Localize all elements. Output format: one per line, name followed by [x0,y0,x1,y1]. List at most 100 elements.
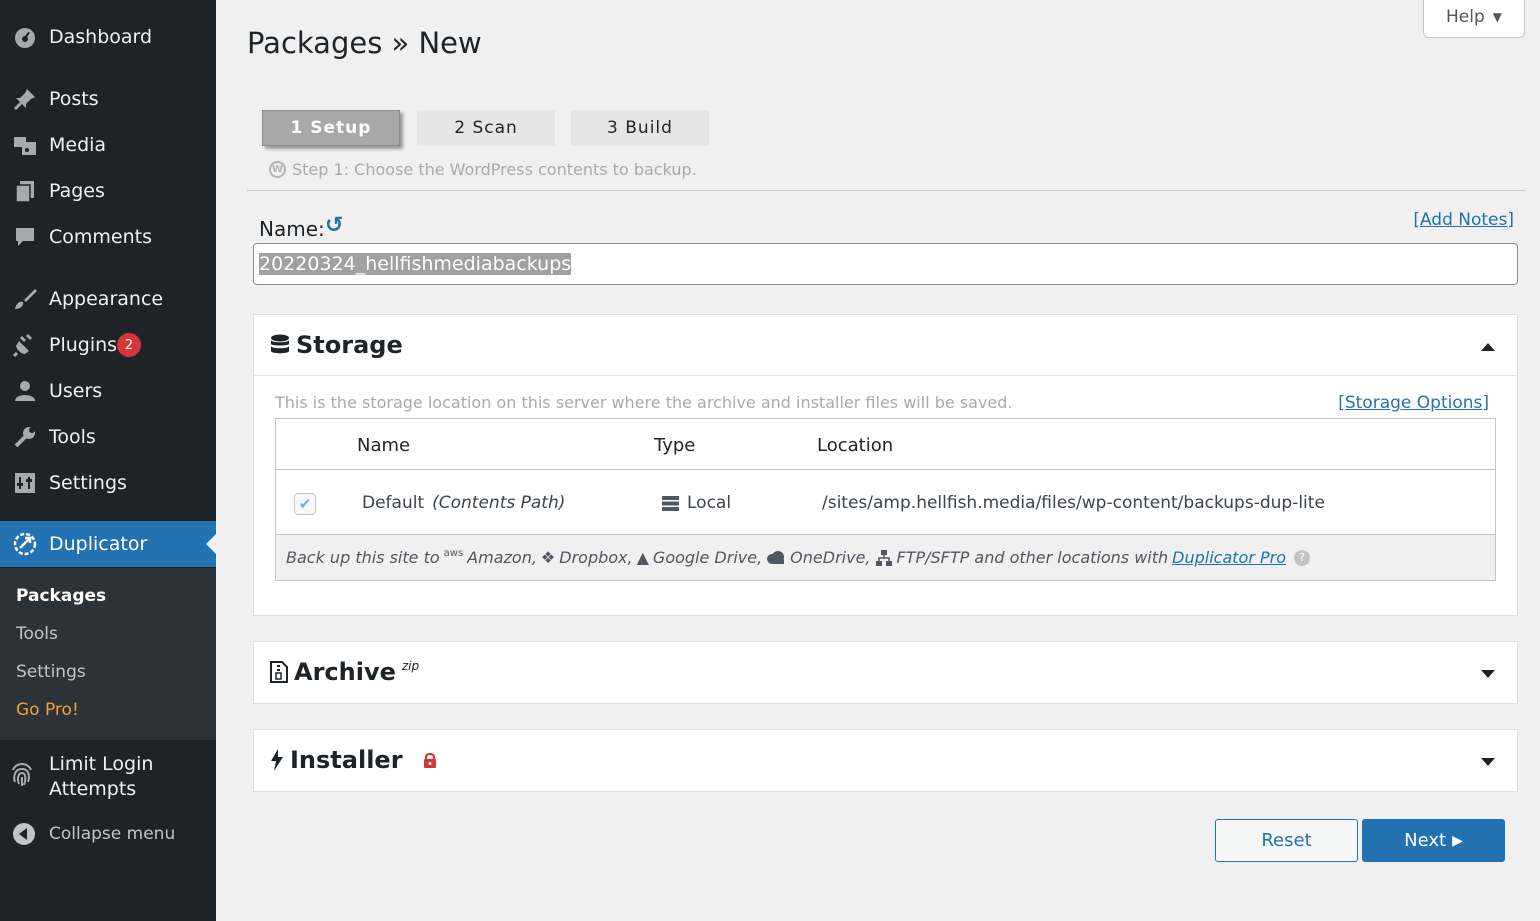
divider [276,469,1495,470]
menu-item-users[interactable]: Users [0,369,216,413]
collapse-arrow-icon [13,823,35,845]
menu-item-settings[interactable]: Settings [0,461,216,505]
duplicator-pro-link[interactable]: Duplicator Pro [1172,548,1286,567]
storage-name-cell: Default (Contents Path) [362,493,565,513]
step-description: W Step 1: Choose the WordPress contents … [269,160,697,179]
storage-type-cell: Local [662,493,731,513]
divider [254,375,1517,376]
menu-label: Tools [49,426,96,448]
undo-icon[interactable]: ↺ [325,213,343,238]
collapse-menu-button[interactable]: Collapse menu [0,812,216,856]
storage-description: This is the storage location on this ser… [275,393,1013,412]
admin-sidebar: Dashboard Posts Media Pages Comments App… [0,0,216,921]
menu-item-posts[interactable]: Posts [0,77,216,121]
help-button[interactable]: Help ▼ [1423,0,1525,38]
menu-label: Media [49,134,107,156]
menu-item-tools[interactable]: Tools [0,415,216,459]
dashboard-icon [12,24,38,50]
menu-item-comments[interactable]: Comments [0,215,216,259]
promo-dropbox: Dropbox, [559,548,633,567]
promo-amazon: Amazon, [467,548,537,567]
play-arrow-icon: ▶ [1452,832,1463,849]
pages-icon [12,178,38,204]
archive-format: zip [401,659,420,673]
wrench-icon [12,424,38,450]
network-icon [875,549,893,567]
active-menu-arrow [206,534,216,554]
storage-title: Storage [296,331,403,359]
bolt-icon [271,749,283,771]
package-name-input[interactable]: 20220324_hellfishmediabackups [253,243,1518,285]
menu-label: Users [49,380,103,402]
menu-item-appearance[interactable]: Appearance [0,277,216,321]
comment-icon [12,224,38,250]
collapse-up-icon[interactable] [1481,343,1495,351]
storage-panel-header[interactable]: Storage [270,331,403,359]
menu-item-duplicator[interactable]: Duplicator [0,521,216,567]
name-label: Name: [259,217,325,241]
menu-label: Settings [49,472,127,494]
menu-item-limit-login[interactable]: Limit Login Attempts [0,752,216,812]
promo-ftp: FTP/SFTP and other locations with [896,548,1169,567]
column-header-type: Type [654,435,696,456]
menu-item-pages[interactable]: Pages [0,169,216,213]
installer-panel[interactable]: Installer [253,729,1518,792]
help-question-icon[interactable]: ? [1294,549,1310,566]
promo-gdrive: Google Drive, [652,548,763,567]
menu-label: Pages [49,180,105,202]
cloud-icon [766,551,786,564]
storage-panel: Storage This is the storage location on … [253,314,1518,616]
menu-label: Plugins [49,334,118,356]
submenu-settings[interactable]: Settings [16,662,86,682]
menu-item-dashboard[interactable]: Dashboard [0,15,216,59]
menu-label: Posts [49,88,99,110]
menu-item-media[interactable]: Media [0,123,216,167]
menu-item-plugins[interactable]: Plugins 2 [0,323,216,367]
help-label: Help [1446,6,1485,27]
step-build: 3 Build [571,110,709,146]
column-header-location: Location [817,435,894,456]
add-notes-link[interactable]: [Add Notes] [1413,210,1514,230]
limit-login-label: Limit Login Attempts [49,752,153,802]
submenu-go-pro[interactable]: Go Pro! [16,700,79,720]
fingerprint-icon [8,760,36,788]
wordpress-icon: W [269,161,286,178]
installer-panel-header[interactable]: Installer [270,746,437,774]
expand-down-icon[interactable] [1481,758,1495,766]
step-scan: 2 Scan [417,110,555,146]
step-setup: 1 Setup [262,110,400,146]
duplicator-submenu: Packages Tools Settings Go Pro! [0,568,216,740]
storage-name-note: (Contents Path) [432,493,566,513]
dropbox-icon: ❖ [540,548,556,567]
limit-login-line1: Limit Login [49,753,154,775]
archive-panel-header[interactable]: Archive zip [270,658,419,686]
server-icon [662,495,679,511]
step-description-text: Step 1: Choose the WordPress contents to… [292,160,697,179]
duplicator-icon [12,531,38,557]
menu-label: Appearance [49,288,164,310]
file-archive-icon [270,661,288,683]
column-header-name: Name [357,435,411,456]
submenu-tools[interactable]: Tools [16,624,58,644]
settings-icon [12,470,38,496]
database-icon [271,334,289,354]
user-icon [12,378,38,404]
storage-checkbox[interactable]: ✔ [294,493,316,515]
promo-onedrive: OneDrive, [790,548,871,567]
next-button[interactable]: Next ▶ [1362,819,1505,862]
caret-down-icon: ▼ [1492,9,1502,24]
submenu-packages[interactable]: Packages [16,586,106,606]
paintbrush-icon [12,286,38,312]
menu-label: Comments [49,226,152,248]
plug-icon [12,332,38,358]
storage-options-link[interactable]: [Storage Options] [1338,393,1489,413]
menu-label: Dashboard [49,26,153,48]
storage-name: Default [362,493,425,513]
installer-title: Installer [290,746,403,774]
pro-promo-row: Back up this site to aws Amazon, ❖ Dropb… [276,534,1495,580]
menu-label: Duplicator [49,533,148,555]
google-drive-icon: ▲ [636,548,649,567]
archive-panel[interactable]: Archive zip [253,641,1518,704]
reset-button[interactable]: Reset [1215,819,1358,862]
expand-down-icon[interactable] [1481,670,1495,678]
